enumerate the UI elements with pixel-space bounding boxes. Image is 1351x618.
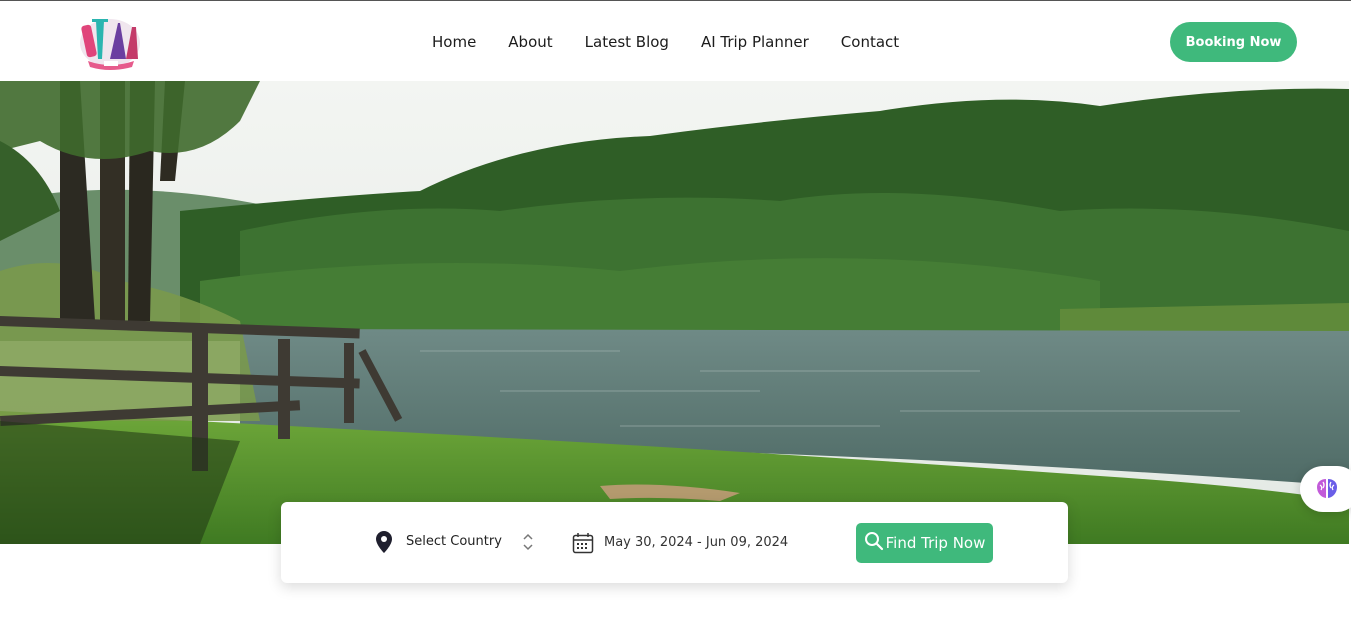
ai-assistant-button[interactable] bbox=[1300, 466, 1351, 512]
hero-banner bbox=[0, 81, 1349, 544]
travel-landmarks-logo-icon bbox=[80, 19, 140, 70]
trip-search-box: Select Country May 30, 2024 - Jun 09, 20… bbox=[281, 502, 1068, 583]
country-select[interactable]: Select Country bbox=[406, 534, 502, 549]
site-logo[interactable] bbox=[74, 9, 146, 73]
find-trip-button[interactable]: Find Trip Now bbox=[856, 523, 993, 563]
booking-now-button[interactable]: Booking Now bbox=[1170, 22, 1297, 62]
site-header: Home About Latest Blog AI Trip Planner C… bbox=[0, 0, 1351, 81]
nav-home[interactable]: Home bbox=[416, 31, 492, 53]
brain-icon bbox=[1317, 479, 1337, 498]
lake-forest-image bbox=[0, 81, 1349, 544]
calendar-icon bbox=[572, 532, 594, 558]
up-down-chevron-icon[interactable] bbox=[521, 532, 535, 556]
find-trip-label: Find Trip Now bbox=[885, 534, 986, 552]
nav-latest-blog[interactable]: Latest Blog bbox=[569, 31, 685, 53]
nav-about[interactable]: About bbox=[492, 31, 568, 53]
location-pin-icon bbox=[375, 530, 393, 558]
nav-contact[interactable]: Contact bbox=[825, 31, 915, 53]
nav-ai-trip-planner[interactable]: AI Trip Planner bbox=[685, 31, 825, 53]
main-nav: Home About Latest Blog AI Trip Planner C… bbox=[416, 31, 915, 53]
search-icon bbox=[864, 531, 884, 555]
date-range-input[interactable]: May 30, 2024 - Jun 09, 2024 bbox=[604, 535, 788, 550]
